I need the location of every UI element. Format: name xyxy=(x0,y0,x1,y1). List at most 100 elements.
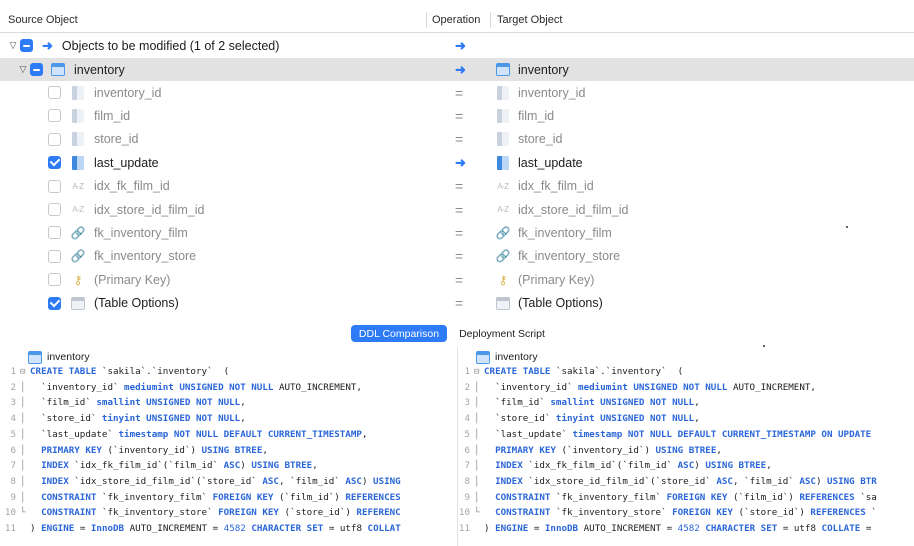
operation-equal: = xyxy=(455,178,464,195)
code-token: PRIMARY KEY xyxy=(41,444,102,456)
code-token: ) xyxy=(815,475,828,487)
operation-column-header[interactable]: Operation xyxy=(432,14,480,26)
line-number: 11 xyxy=(4,523,16,534)
fold-gutter: │ xyxy=(20,491,26,503)
fold-gutter: │ xyxy=(474,460,480,472)
index-icon: A-Z xyxy=(72,181,84,191)
list-item[interactable]: 🔗 fk_inventory_store = 🔗 fk_inventory_st… xyxy=(0,245,914,268)
list-item[interactable]: A-Z idx_fk_film_id = A-Z idx_fk_film_id xyxy=(0,175,914,198)
item-checkbox[interactable] xyxy=(48,132,61,146)
code-token: , xyxy=(361,428,368,440)
code-token: InnoDB xyxy=(90,523,125,534)
code-token: 4582 xyxy=(223,523,246,534)
header-separator xyxy=(490,12,491,28)
tab-deployment-script[interactable]: Deployment Script xyxy=(452,325,552,342)
code-token: AUTO_INCREMENT, xyxy=(273,381,362,393)
code-line: 9 │ CONSTRAINT `fk_inventory_film` FOREIG… xyxy=(4,491,401,504)
table-row-inventory[interactable]: ▽ inventory ➜ inventory xyxy=(0,58,914,81)
group-checkbox[interactable] xyxy=(20,39,33,52)
line-number: 11 xyxy=(458,523,470,534)
code-token: `fk_inventory_store` xyxy=(96,507,219,519)
chevron-down-icon[interactable]: ▽ xyxy=(18,64,28,75)
source-item-name: fk_inventory_film xyxy=(94,225,188,240)
target-ddl-pane[interactable]: inventory 1 ⊟ CREATE TABLE `sakila`.`inven… xyxy=(458,347,914,546)
item-checkbox[interactable] xyxy=(48,249,61,263)
item-checkbox[interactable] xyxy=(48,109,61,123)
tab-ddl-comparison[interactable]: DDL Comparison xyxy=(351,325,447,342)
item-checkbox[interactable] xyxy=(48,203,61,216)
fold-gutter: └ xyxy=(20,507,26,519)
item-checkbox[interactable] xyxy=(48,179,61,193)
item-checkbox[interactable] xyxy=(48,226,61,240)
code-token: `fk_inventory_store` xyxy=(550,507,673,519)
source-ddl-pane[interactable]: inventory 1 ⊟ CREATE TABLE `sakila`.`inven… xyxy=(0,347,457,546)
code-token: USING BTREE xyxy=(251,460,313,472)
code-token: `film_id` xyxy=(30,397,97,409)
index-icon: A-Z xyxy=(497,181,509,191)
column-icon xyxy=(71,108,85,123)
code-token: INDEX xyxy=(495,475,523,487)
view-switcher: DDL Comparison Deployment Script xyxy=(0,321,914,346)
table-checkbox[interactable] xyxy=(30,63,43,76)
item-checkbox[interactable] xyxy=(48,156,61,170)
line-number: 2 xyxy=(464,381,470,393)
operation-equal: = xyxy=(455,271,464,288)
item-checkbox[interactable] xyxy=(48,86,61,99)
code-token: smallint UNSIGNED NOT NULL xyxy=(550,397,695,409)
line-number: 9 xyxy=(10,491,16,503)
operation-equal: = xyxy=(455,248,464,265)
foreign-key-icon: 🔗 xyxy=(495,249,511,264)
operation-equal: = xyxy=(455,107,464,124)
code-token: CONSTRAINT xyxy=(41,491,97,503)
code-token: , xyxy=(716,444,722,456)
code-token: CREATE TABLE xyxy=(30,366,97,377)
code-token: ASC xyxy=(223,460,241,472)
code-token: REFERENCES xyxy=(799,491,855,503)
list-item[interactable]: (Table Options) = (Table Options) xyxy=(0,292,914,315)
code-token: timestamp NOT NULL DEFAULT CURRENT_TIMES… xyxy=(572,428,872,440)
source-column-header[interactable]: Source Object xyxy=(8,14,78,26)
column-icon xyxy=(496,85,510,100)
code-line: 1 ⊟ CREATE TABLE `sakila`.`inventory` ( xyxy=(458,365,683,378)
stray-dot xyxy=(763,345,765,347)
code-token: REFERENCES xyxy=(345,491,401,503)
line-number: 9 xyxy=(464,491,470,503)
group-row[interactable]: ▽ ➜ Objects to be modified (1 of 2 selec… xyxy=(0,34,914,57)
stray-dot xyxy=(846,226,848,228)
item-checkbox[interactable] xyxy=(48,273,61,287)
operation-equal: = xyxy=(455,295,464,312)
list-item[interactable]: 🔗 fk_inventory_film = 🔗 fk_inventory_fil… xyxy=(0,221,914,244)
target-column-header[interactable]: Target Object xyxy=(497,14,562,26)
code-token: `store_id` xyxy=(484,413,556,425)
code-token: , `film_id` xyxy=(278,475,346,487)
list-item[interactable]: last_update ➜ last_update xyxy=(0,151,914,174)
code-token: , xyxy=(262,444,268,456)
arrow-right-icon: ➜ xyxy=(42,37,53,53)
code-line: 5 │ `last_update` timestamp NOT NULL DEFA… xyxy=(458,428,871,441)
line-number: 3 xyxy=(10,397,16,409)
code-line: 6 │ PRIMARY KEY (`inventory_id`) USING BT… xyxy=(4,444,268,457)
list-item[interactable]: A-Z idx_store_id_film_id = A-Z idx_store… xyxy=(0,198,914,221)
code-token: (`film_id`) xyxy=(727,491,800,503)
list-item[interactable]: store_id = store_id xyxy=(0,128,914,151)
code-token: USING BTR xyxy=(827,475,877,487)
list-item[interactable]: film_id = film_id xyxy=(0,104,914,127)
list-item[interactable]: inventory_id = inventory_id xyxy=(0,81,914,104)
target-item-name: inventory_id xyxy=(518,85,586,100)
code-token: CONSTRAINT xyxy=(41,507,97,519)
item-checkbox[interactable] xyxy=(48,296,61,310)
code-token: 4582 xyxy=(677,523,700,534)
target-item-name: fk_inventory_store xyxy=(518,249,621,264)
code-token: USING BTREE xyxy=(201,444,263,456)
chevron-down-icon[interactable]: ▽ xyxy=(8,40,18,51)
list-item[interactable]: ⚷ (Primary Key) = ⚷ (Primary Key) xyxy=(0,268,914,291)
table-icon xyxy=(496,63,510,77)
code-token: ENGINE xyxy=(495,523,529,534)
fold-gutter: │ xyxy=(20,397,26,409)
line-number: 10 xyxy=(458,507,470,519)
target-pane-title: inventory xyxy=(495,351,538,363)
